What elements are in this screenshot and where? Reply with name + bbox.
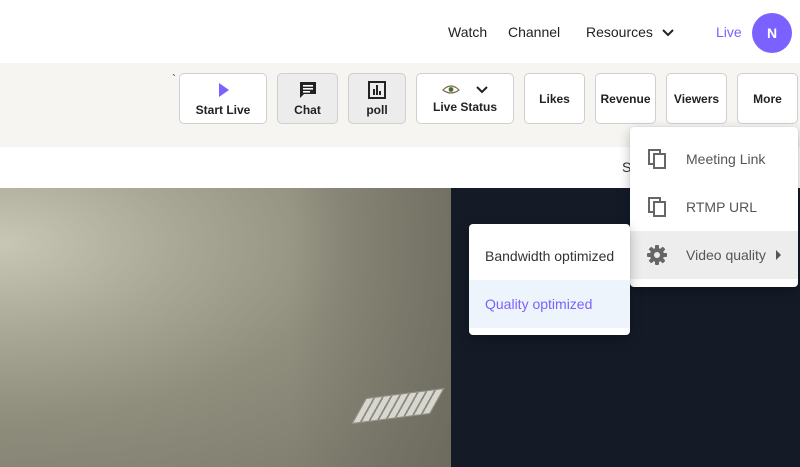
start-live-label: Start Live [195, 103, 251, 117]
poll-icon [368, 81, 386, 99]
revenue-label: Revenue [600, 91, 651, 106]
top-nav: Watch Channel Resources Live N [0, 0, 800, 63]
nav-watch-link[interactable]: Watch [448, 24, 487, 40]
rtmp-url-item[interactable]: RTMP URL [630, 183, 798, 231]
more-button[interactable]: More [737, 73, 798, 124]
video-quality-label: Video quality [686, 247, 766, 263]
chevron-down-icon[interactable] [660, 25, 676, 41]
likes-button[interactable]: Likes [524, 73, 585, 124]
bandwidth-optimized-label: Bandwidth optimized [485, 248, 615, 264]
quality-optimized-label: Quality optimized [485, 296, 593, 312]
nav-live-link[interactable]: Live [716, 24, 742, 40]
more-menu: Meeting Link RTMP URL Video quality [630, 127, 798, 287]
avatar[interactable]: N [752, 13, 792, 53]
eye-icon [442, 85, 460, 94]
chat-icon [299, 82, 316, 98]
likes-label: Likes [539, 91, 570, 106]
more-label: More [753, 91, 782, 106]
gear-icon [647, 245, 667, 265]
viewers-button[interactable]: Viewers [666, 73, 727, 124]
chevron-down-icon [476, 86, 488, 94]
play-icon [219, 83, 229, 97]
live-status-label: Live Status [432, 100, 498, 114]
caret-right-icon [776, 250, 781, 260]
poll-button[interactable]: poll [348, 73, 406, 124]
chat-label: Chat [294, 103, 321, 117]
start-live-button[interactable]: Start Live [179, 73, 267, 124]
meeting-link-label: Meeting Link [686, 151, 766, 167]
rtmp-url-label: RTMP URL [686, 199, 758, 215]
nav-channel-link[interactable]: Channel [508, 24, 560, 40]
video-quality-item[interactable]: Video quality [630, 231, 798, 279]
copy-icon [648, 149, 666, 169]
viewers-label: Viewers [673, 91, 720, 106]
bandwidth-optimized-option[interactable]: Bandwidth optimized [469, 232, 630, 280]
stray-mark: ` [172, 72, 176, 86]
poll-label: poll [366, 103, 388, 117]
video-quality-submenu: Bandwidth optimized Quality optimized [469, 224, 630, 335]
video-preview [0, 188, 451, 467]
chat-button[interactable]: Chat [277, 73, 338, 124]
revenue-button[interactable]: Revenue [595, 73, 656, 124]
nav-resources-link[interactable]: Resources [586, 24, 653, 40]
quality-optimized-option[interactable]: Quality optimized [469, 280, 630, 328]
live-status-button[interactable]: Live Status [416, 73, 514, 124]
meeting-link-item[interactable]: Meeting Link [630, 135, 798, 183]
copy-icon [648, 197, 666, 217]
